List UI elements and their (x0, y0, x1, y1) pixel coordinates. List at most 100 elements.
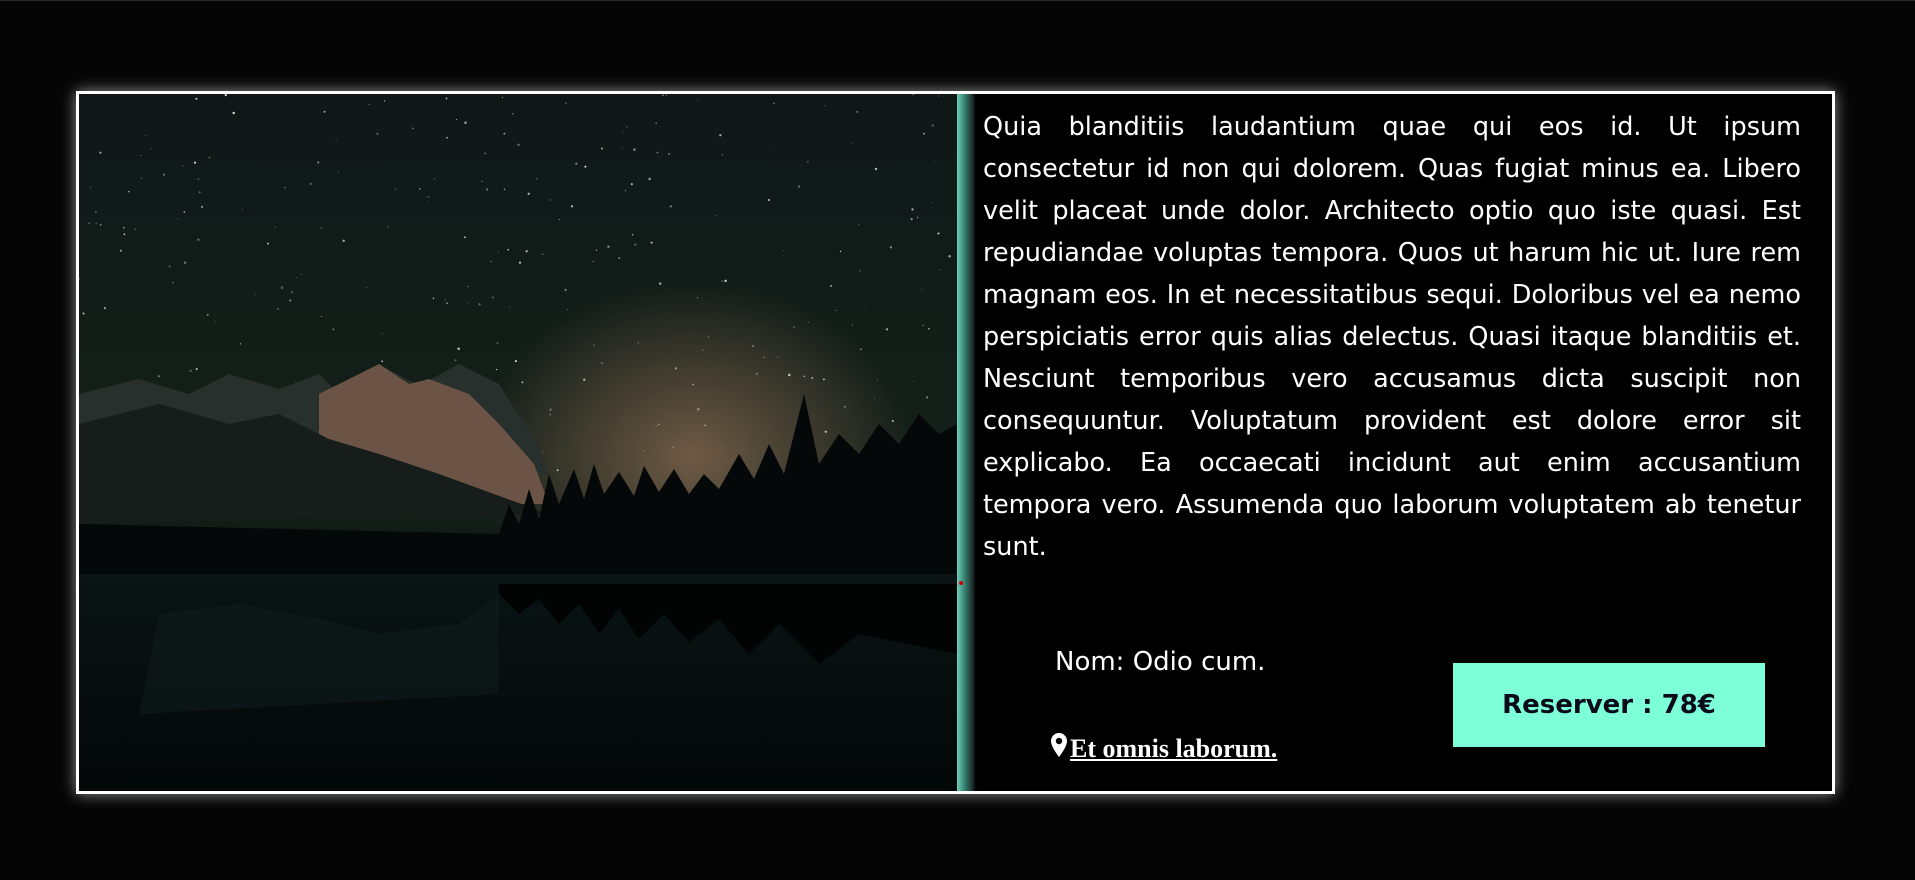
star (600, 147, 604, 150)
star (498, 251, 500, 253)
star (338, 171, 339, 173)
star (592, 261, 594, 263)
star (773, 102, 775, 105)
star (536, 178, 538, 180)
star (811, 376, 814, 379)
star (600, 362, 603, 365)
star (631, 234, 634, 236)
star (829, 284, 833, 288)
star (593, 344, 595, 347)
star (145, 135, 147, 137)
star (514, 359, 518, 363)
star (491, 296, 494, 299)
listing-name: Nom: Odio cum. (1055, 647, 1266, 677)
star (851, 142, 853, 144)
star (289, 299, 292, 302)
star (119, 249, 122, 252)
star (542, 253, 544, 255)
star (226, 107, 228, 109)
star (797, 185, 801, 188)
star (752, 345, 754, 347)
star (824, 105, 826, 107)
star (88, 222, 91, 225)
star (427, 201, 429, 203)
star (860, 348, 862, 351)
star (433, 178, 436, 180)
star (714, 215, 716, 217)
star (722, 447, 724, 449)
star (301, 273, 303, 275)
star (496, 368, 498, 371)
star (549, 413, 551, 416)
star (724, 279, 727, 283)
star (454, 359, 457, 362)
star (457, 347, 460, 351)
star (503, 132, 506, 135)
star (658, 423, 660, 426)
star (542, 451, 544, 453)
star (484, 152, 487, 155)
listing-description: Quia blanditiis laudantium quae qui eos … (983, 112, 1801, 562)
star (624, 189, 627, 192)
star (432, 297, 435, 300)
location-link[interactable]: Et omnis laborum. (1050, 732, 1277, 765)
star (201, 205, 204, 208)
listing-photo (79, 94, 957, 791)
star (95, 222, 97, 224)
star (807, 161, 809, 163)
star (633, 148, 636, 151)
star (755, 372, 758, 375)
star (922, 324, 924, 327)
star (822, 378, 825, 381)
star (214, 320, 216, 322)
star (140, 154, 142, 156)
star (444, 299, 446, 301)
location-label: Et omnis laborum. (1070, 733, 1278, 763)
star (467, 302, 469, 304)
star (650, 241, 653, 244)
star (932, 202, 934, 203)
star (653, 96, 655, 98)
star (320, 227, 323, 229)
star (634, 243, 637, 246)
star (788, 373, 791, 377)
star (859, 269, 861, 272)
star (697, 407, 700, 411)
star (239, 343, 242, 345)
star (721, 280, 723, 282)
star (622, 131, 624, 133)
star (456, 119, 457, 120)
star (157, 375, 160, 378)
star (570, 205, 574, 208)
star (197, 178, 200, 180)
star (704, 424, 706, 427)
star (889, 246, 893, 249)
star (193, 161, 197, 164)
star (763, 356, 765, 358)
star (291, 291, 294, 294)
star (656, 151, 659, 154)
star (503, 188, 506, 190)
star (618, 257, 621, 259)
star (464, 236, 466, 239)
star (478, 303, 481, 306)
star (912, 380, 914, 382)
star (183, 211, 186, 213)
star (394, 188, 396, 190)
night-mountain-lake-photo (79, 94, 957, 791)
star (277, 307, 279, 310)
star (123, 226, 125, 229)
star (558, 218, 560, 221)
star (630, 183, 633, 186)
star (648, 177, 651, 181)
star (323, 110, 326, 113)
star (183, 261, 187, 265)
star (803, 375, 806, 378)
star (891, 419, 894, 423)
star (658, 282, 662, 285)
star (874, 167, 878, 171)
star (583, 378, 586, 381)
star (507, 248, 510, 251)
star (851, 324, 853, 326)
reserve-button[interactable]: Reserver : 78€ (1453, 663, 1765, 747)
